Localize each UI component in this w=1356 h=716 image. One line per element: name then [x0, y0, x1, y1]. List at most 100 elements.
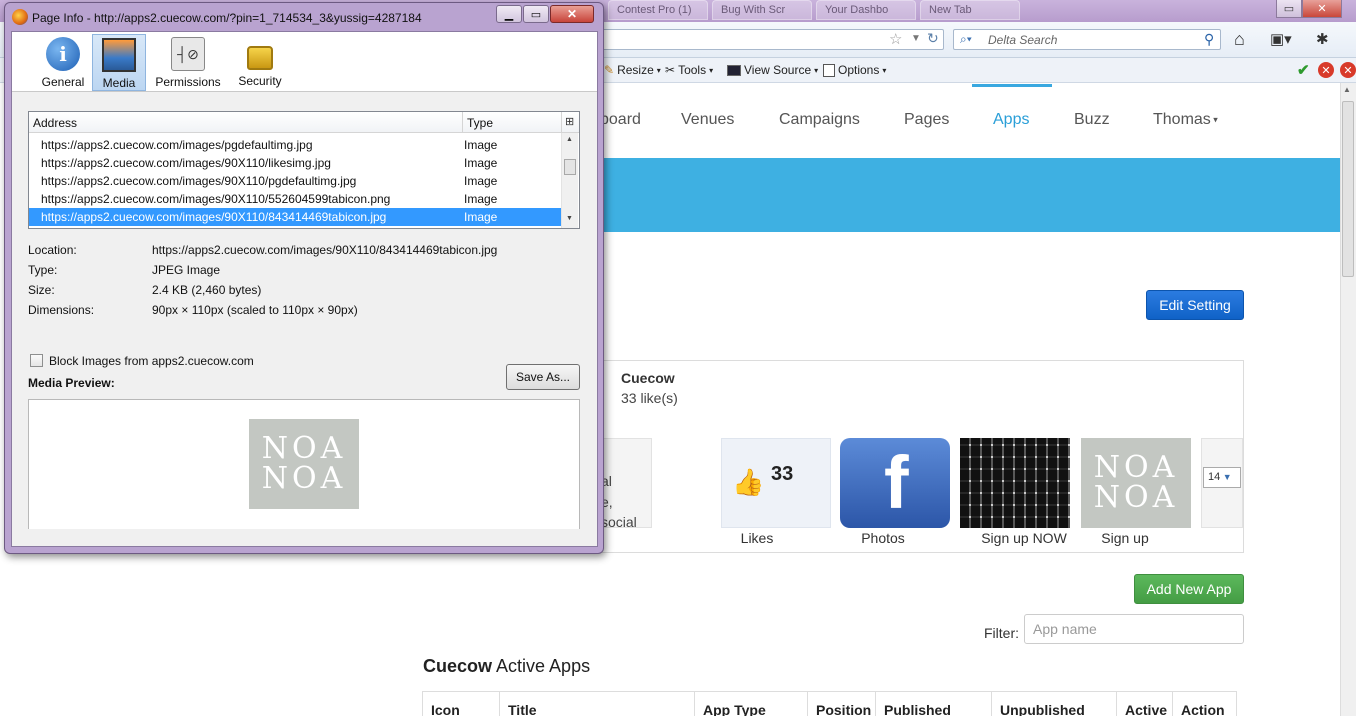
pager-select-value: 14 [1208, 471, 1221, 483]
column-header-type[interactable]: Type [467, 116, 493, 130]
close-toolbar-icon[interactable]: ✕ [1340, 62, 1356, 78]
column-header-published[interactable]: Published [884, 702, 951, 716]
bookmarks-menu-icon[interactable]: ▣▾ [1270, 30, 1292, 48]
section-title-rest: Active Apps [492, 656, 591, 676]
media-list-scrollbar[interactable]: ▲ ▼ [561, 133, 578, 228]
search-icon[interactable]: ⚲ [1204, 31, 1214, 48]
likes-tile-count: 33 [771, 463, 794, 485]
tile-text-line: social [601, 514, 637, 530]
info-icon: i [46, 37, 80, 71]
browser-tab[interactable]: New Tab [920, 0, 1020, 20]
save-as-button[interactable]: Save As... [506, 364, 580, 390]
browser-tab[interactable]: Contest Pro (1) [608, 0, 708, 20]
browser-tab[interactable]: Bug With Scr [712, 0, 812, 20]
reload-icon[interactable]: ↻ [927, 30, 939, 47]
permissions-icon: ┤⊘ [171, 37, 205, 71]
list-item-selected[interactable]: https://apps2.cuecow.com/images/90X110/8… [29, 208, 561, 226]
pager-select[interactable]: 14 ▼ [1203, 467, 1241, 488]
tab-label: Permissions [155, 75, 221, 89]
nav-user-menu[interactable]: Thomas ▾ [1153, 111, 1218, 129]
likes-count-text: 33 like(s) [621, 390, 678, 406]
view-source-menu[interactable]: View Source ▾ [727, 63, 818, 77]
nav-campaigns[interactable]: Campaigns [779, 111, 860, 129]
scroll-up-arrow-icon[interactable]: ▲ [566, 136, 573, 143]
tab-label: Media [102, 76, 136, 90]
size-value: 2.4 KB (2,460 bytes) [152, 283, 262, 297]
edit-setting-button[interactable]: Edit Setting [1146, 290, 1244, 320]
column-header-position[interactable]: Position [816, 702, 871, 716]
options-icon [823, 63, 835, 77]
view-source-label: View Source [744, 63, 812, 77]
home-icon[interactable]: ⌂ [1234, 29, 1245, 50]
options-menu[interactable]: Options ▾ [823, 63, 886, 77]
facebook-icon[interactable]: f [840, 438, 950, 528]
tools-menu[interactable]: ✂ Tools ▾ [665, 63, 713, 77]
type-label: Type: [28, 263, 58, 277]
checkmark-icon[interactable]: ✔ [1297, 61, 1310, 79]
nav-dashboard[interactable]: board [600, 111, 641, 129]
search-engine-icon[interactable]: ⌕▾ [960, 32, 972, 47]
section-title-page: Cuecow [423, 656, 493, 676]
page-scrollbar-thumb[interactable] [1342, 101, 1354, 277]
addon-icon[interactable]: ✱ [1316, 30, 1329, 48]
tile-label: Likes [740, 530, 774, 546]
tools-icon: ✂ [665, 63, 676, 77]
column-header-action[interactable]: Action [1181, 702, 1225, 716]
media-preview-label: Media Preview: [28, 376, 115, 390]
tab-media[interactable]: Media [92, 34, 146, 91]
media-list-header: Address Type ⊞ [29, 112, 579, 133]
tile-partial[interactable]: al e, social [600, 438, 652, 530]
column-picker-icon[interactable]: ⊞ [565, 115, 574, 128]
app-name-filter-input[interactable]: App name [1024, 614, 1244, 644]
browser-tab-label: Your Dashbo [825, 4, 889, 16]
block-images-checkbox[interactable] [30, 354, 43, 367]
dropdown-arrow-icon[interactable]: ▼ [911, 33, 921, 44]
caret-down-icon: ▾ [1210, 114, 1218, 125]
tab-security[interactable]: Security [233, 34, 287, 91]
browser-tab-label: Bug With Scr [721, 4, 786, 16]
likes-tile[interactable]: 👍 33 [721, 438, 831, 528]
add-new-app-button[interactable]: Add New App [1134, 574, 1244, 604]
nav-pages[interactable]: Pages [904, 111, 949, 129]
tab-general[interactable]: i General [36, 34, 90, 91]
column-header-title[interactable]: Title [508, 702, 537, 716]
url-bar[interactable]: ☆ ▼ ↻ [560, 29, 944, 50]
firefox-icon [12, 9, 28, 25]
section-title: Cuecow Active Apps [423, 656, 590, 677]
dimensions-label: Dimensions: [28, 303, 95, 317]
search-input[interactable]: ⌕▾ Delta Search ⚲ [953, 29, 1221, 50]
type-value: JPEG Image [152, 263, 221, 277]
lock-icon [247, 46, 273, 70]
bookmark-star-icon[interactable]: ☆ [889, 30, 902, 48]
browser-close-button[interactable]: ✕ [1302, 0, 1342, 18]
error-icon[interactable]: ✕ [1318, 62, 1334, 78]
nav-buzz[interactable]: Buzz [1074, 111, 1110, 129]
column-header-app-type[interactable]: App Type [703, 702, 766, 716]
page-name: Cuecow [621, 370, 675, 386]
nav-apps[interactable]: Apps [993, 111, 1029, 129]
list-item[interactable]: https://apps2.cuecow.com/images/90X110/p… [29, 172, 561, 190]
column-header-address[interactable]: Address [33, 116, 77, 130]
minimize-button[interactable]: ▁ [496, 5, 522, 23]
tab-permissions[interactable]: ┤⊘ Permissions [152, 34, 224, 91]
media-list-scroll-thumb[interactable] [564, 159, 576, 175]
noa-noa-logo[interactable]: NOA NOA [1081, 438, 1191, 528]
column-header-active[interactable]: Active [1125, 702, 1167, 716]
browser-tab[interactable]: Your Dashbo [816, 0, 916, 20]
resize-menu[interactable]: ✎ Resize ▾ [604, 63, 661, 77]
maximize-button[interactable]: ▭ [523, 5, 549, 23]
nav-venues[interactable]: Venues [681, 111, 734, 129]
scroll-up-arrow-icon[interactable]: ▲ [1343, 85, 1351, 94]
tab-label: Security [238, 74, 282, 88]
list-item[interactable]: https://apps2.cuecow.com/images/pgdefaul… [29, 136, 561, 154]
close-button[interactable]: ✕ [550, 5, 594, 23]
scroll-down-arrow-icon[interactable]: ▼ [566, 215, 573, 222]
list-item[interactable]: https://apps2.cuecow.com/images/90X110/l… [29, 154, 561, 172]
column-header-unpublished[interactable]: Unpublished [1000, 702, 1085, 716]
browser-tab-label: Contest Pro (1) [617, 4, 692, 16]
dimensions-value: 90px × 110px (scaled to 110px × 90px) [152, 303, 358, 317]
column-header-icon[interactable]: Icon [431, 702, 460, 716]
browser-restore-button[interactable]: ▭ [1276, 0, 1302, 18]
list-item[interactable]: https://apps2.cuecow.com/images/90X110/5… [29, 190, 561, 208]
photo-grid-image[interactable] [960, 438, 1070, 528]
